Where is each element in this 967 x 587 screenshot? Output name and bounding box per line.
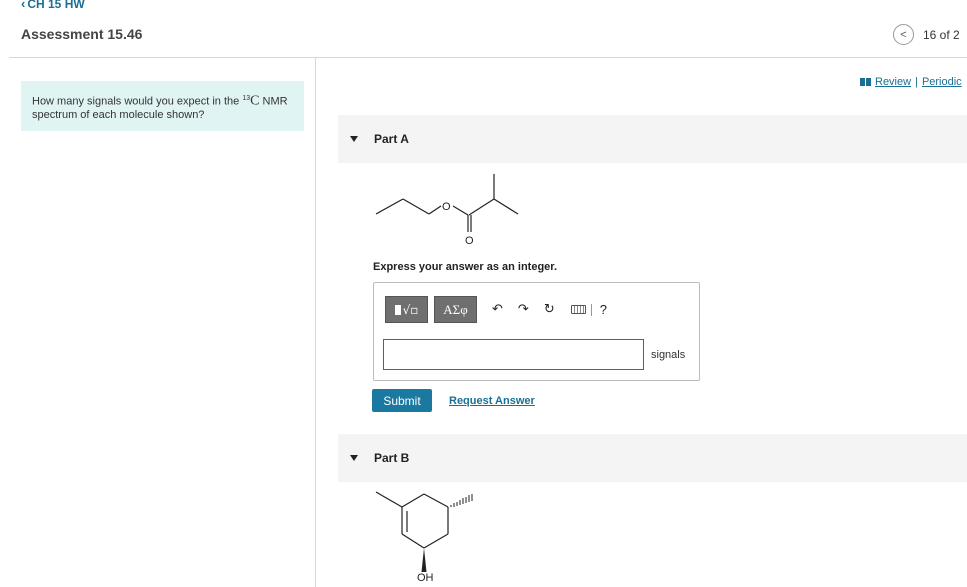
sqrt-template-icon: √▫ [402,302,419,317]
hashed-wedge-bond [450,494,473,507]
question-text-before: How many signals would you expect in the [32,95,240,108]
redo-icon[interactable]: ↷ [518,302,529,317]
review-link[interactable]: Review [875,76,911,88]
molecule-b-hydroxyl-label: OH [417,572,434,584]
answer-unit: signals [651,349,686,361]
back-to-assignment-link[interactable]: ‹ CH 15 HW [21,0,85,11]
part-a-title: Part A [374,132,409,146]
molecule-a-ester-oxygen: O [442,201,451,213]
chevron-left-icon: ‹ [21,0,26,11]
undo-icon[interactable]: ↶ [492,302,503,317]
part-b-header[interactable]: Part B [338,434,967,482]
math-toolbar: √▫ ΑΣφ ↶ ↷ ↻ ? [385,296,607,323]
book-icon [860,78,871,86]
molecule-a-structure: O O [375,174,519,247]
collapse-triangle-icon [350,455,358,461]
assessment-page: ‹ CH 15 HW Assessment 15.46 < 16 of 2 Ho… [0,0,967,587]
help-button[interactable]: ? [600,302,607,317]
item-position: 16 of 2 [923,27,960,42]
item-navigation: < 16 of 2 [893,24,960,45]
molecule-b-structure: OH [375,491,473,584]
question-prompt: How many signals would you expect in the… [21,81,304,131]
fraction-template-icon [394,304,401,315]
resources-links: Review | Periodic [860,76,962,88]
collapse-triangle-icon [350,136,358,142]
signals-answer-input[interactable] [383,339,644,370]
previous-item-button[interactable]: < [893,24,914,45]
keyboard-icon[interactable] [570,305,586,314]
toolbar-separator [590,303,592,316]
templates-button[interactable]: √▫ [385,296,428,323]
page-title: Assessment 15.46 [21,26,143,42]
solid-wedge-bond [421,548,427,572]
answer-instruction: Express your answer as an integer. [373,261,558,273]
header-divider [9,57,967,58]
links-separator: | [915,76,918,88]
request-answer-link[interactable]: Request Answer [449,395,535,407]
reset-icon[interactable]: ↻ [544,302,555,317]
isotope-symbol: C [250,93,260,109]
isotope-mass-number: 13 [242,95,251,102]
column-divider [315,58,316,587]
part-b-title: Part B [374,451,410,465]
back-link-label: CH 15 HW [27,0,85,11]
part-a-header[interactable]: Part A [338,115,967,163]
molecule-a-carbonyl-oxygen: O [465,235,474,247]
submit-button[interactable]: Submit [372,389,432,412]
periodic-table-link[interactable]: Periodic [922,76,962,88]
answer-box: √▫ ΑΣφ ↶ ↷ ↻ ? signals [373,282,700,381]
chevron-left-icon: < [900,28,907,41]
greek-symbols-button[interactable]: ΑΣφ [434,296,477,323]
